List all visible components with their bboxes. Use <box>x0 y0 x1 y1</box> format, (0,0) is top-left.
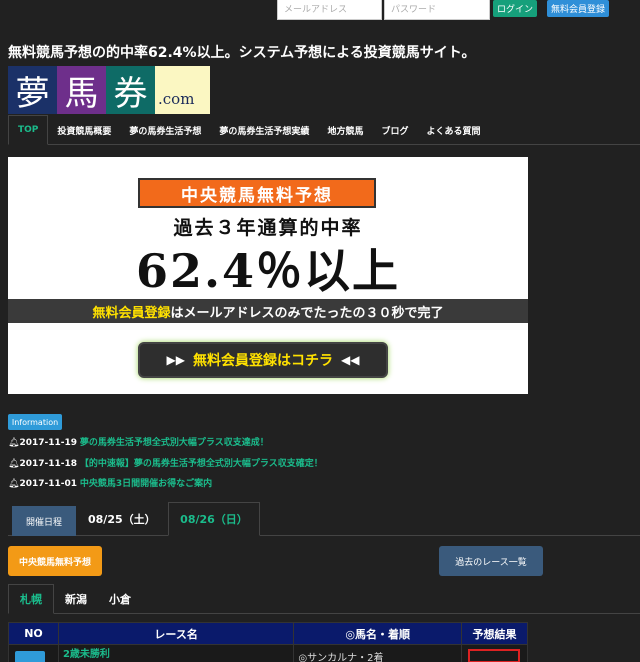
logo-char-1: 夢 <box>8 66 57 114</box>
site-tagline: 無料競馬予想の的中率62.4%以上。システム予想による投資競馬サイト。 <box>8 45 476 61</box>
news-date: 2017-11-01 <box>19 479 78 489</box>
reverse-arrows-icon: ◀◀ <box>341 353 360 367</box>
column-header-horse: ◎馬名・着順 <box>293 622 462 645</box>
promo-banner[interactable]: 中央競馬無料予想 過去３年通算的中率 62.4％以上 無料会員登録 はメールアド… <box>8 157 528 394</box>
logo-char-2: 馬 <box>57 66 106 114</box>
table-row[interactable]: 2歳未勝利 ◎サンカルナ・2着 <box>8 644 529 662</box>
logo-char-3: 券 <box>106 66 155 114</box>
site-logo[interactable]: 夢 馬 券 .com <box>8 66 210 114</box>
news-date: 2017-11-19 <box>19 438 78 448</box>
information-badge: Information <box>8 414 62 430</box>
column-header-race: レース名 <box>57 622 295 645</box>
nav-tab-blog[interactable]: ブログ <box>372 115 417 145</box>
race-name-link[interactable]: 2歳未勝利 <box>59 649 110 660</box>
email-field[interactable] <box>277 0 382 20</box>
result-cell <box>460 644 529 662</box>
schedule-tabs: 開催日程 08/25（土） 08/26（日） <box>8 502 640 536</box>
nav-tab-top[interactable]: TOP <box>8 115 49 145</box>
result-badge <box>467 649 520 662</box>
news-item[interactable]: 🔔︎2017-11-01 中央競馬3日間開催お得なご案内 <box>8 476 212 489</box>
race-no-cell <box>8 644 59 662</box>
banner-button-label: 無料会員登録はコチラ <box>193 353 333 369</box>
past-races-button[interactable]: 過去のレース一覧 <box>439 546 543 576</box>
news-link[interactable]: 夢の馬券生活予想全式別大幅プラス収支達成！ <box>80 438 269 448</box>
race-table: NO レース名 ◎馬名・着順 予想結果 2歳未勝利 ◎サンカルナ・2着 <box>8 622 529 662</box>
register-button[interactable]: 無料会員登録 <box>547 0 609 17</box>
password-field[interactable] <box>384 0 490 20</box>
bell-icon: 🔔︎ <box>8 459 20 469</box>
news-date: 2017-11-18 <box>19 459 78 469</box>
nav-tab-local[interactable]: 地方競馬 <box>318 115 372 145</box>
free-prediction-button[interactable]: 中央競馬無料予想 <box>8 546 102 576</box>
banner-band-text: はメールアドレスのみでたったの３０秒で完了 <box>170 305 444 321</box>
news-link[interactable]: 中央競馬3日間開催お得なご案内 <box>80 479 212 489</box>
horse-cell: ◎サンカルナ・2着 <box>293 644 462 662</box>
login-button[interactable]: ログイン <box>493 0 537 17</box>
nav-tab-overview[interactable]: 投資競馬概要 <box>48 115 120 145</box>
tab-venue-niigata[interactable]: 新潟 <box>54 584 98 614</box>
race-no-badge <box>15 651 45 662</box>
tab-venue-kokura[interactable]: 小倉 <box>98 584 142 614</box>
news-item[interactable]: 🔔︎2017-11-19 夢の馬券生活予想全式別大幅プラス収支達成！ <box>8 435 269 448</box>
bell-icon: 🔔︎ <box>8 438 20 448</box>
news-item[interactable]: 🔔︎2017-11-18 【的中速報】夢の馬券生活予想全式別大幅プラス収支確定！ <box>8 456 323 469</box>
main-nav: TOP 投資競馬概要 夢の馬券生活予想 夢の馬券生活予想実績 地方競馬 ブログ … <box>8 115 640 145</box>
banner-band-highlight: 無料会員登録 <box>92 305 171 321</box>
tab-venue-sapporo[interactable]: 札幌 <box>8 584 54 614</box>
tab-date-saturday[interactable]: 08/25（土） <box>88 502 156 536</box>
nav-tab-faq[interactable]: よくある質問 <box>417 115 489 145</box>
nav-tab-results[interactable]: 夢の馬券生活予想実績 <box>210 115 318 145</box>
news-link[interactable]: 【的中速報】夢の馬券生活予想全式別大幅プラス収支確定！ <box>80 459 323 469</box>
column-header-result: 予想結果 <box>460 622 529 645</box>
venue-tabs: 札幌 新潟 小倉 <box>8 584 640 614</box>
banner-headline: 中央競馬無料予想 <box>138 178 376 208</box>
race-name-cell[interactable]: 2歳未勝利 <box>57 644 295 662</box>
play-arrows-icon: ▶▶ <box>166 353 185 367</box>
tab-date-sunday[interactable]: 08/26（日） <box>168 502 260 536</box>
nav-tab-prediction[interactable]: 夢の馬券生活予想 <box>120 115 210 145</box>
bell-icon: 🔔︎ <box>8 479 20 489</box>
schedule-label: 開催日程 <box>12 506 76 536</box>
login-bar: ログイン 無料会員登録 <box>0 0 640 20</box>
banner-register-button[interactable]: ▶▶ 無料会員登録はコチラ ◀◀ <box>138 342 388 378</box>
banner-band: 無料会員登録 はメールアドレスのみでたったの３０秒で完了 <box>8 299 528 323</box>
logo-suffix: .com <box>155 66 210 114</box>
column-header-no: NO <box>8 622 59 645</box>
banner-rate: 62.4％以上 <box>135 244 401 298</box>
table-header-row: NO レース名 ◎馬名・着順 予想結果 <box>8 622 529 645</box>
